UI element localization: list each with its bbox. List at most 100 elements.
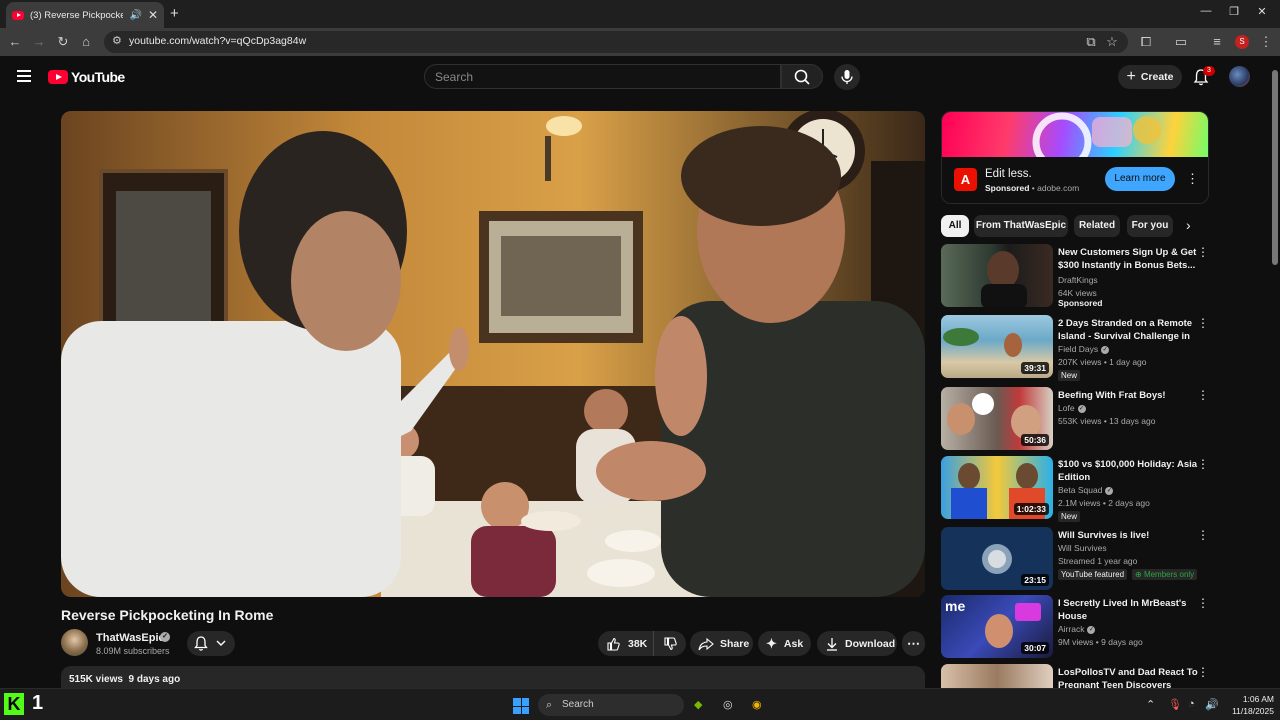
ad-more-icon[interactable]: ⋮ — [1186, 171, 1199, 187]
mic-muted-icon[interactable]: 🎙 — [1168, 698, 1182, 711]
reload-icon[interactable]: ↻ — [55, 34, 71, 50]
channel-text[interactable]: Beta Squad — [1058, 485, 1102, 495]
recommendation-channel[interactable]: Field Days ✓ — [1058, 344, 1110, 354]
like-button[interactable]: 38K — [598, 631, 654, 656]
url-text[interactable]: youtube.com/watch?v=qQcDp3ag84w — [129, 35, 306, 47]
back-icon[interactable]: ← — [7, 34, 23, 49]
account-avatar[interactable] — [1229, 66, 1250, 87]
recommendation-item[interactable]: New Customers Sign Up & Get $300 Instant… — [941, 244, 1211, 308]
recommendation-channel[interactable]: Lofe ✓ — [1058, 403, 1086, 413]
video-thumbnail[interactable]: 50:36 — [941, 387, 1053, 450]
verified-check-icon: ✓ — [1101, 345, 1110, 354]
chip-related[interactable]: Related — [1074, 215, 1120, 237]
recommendation-item[interactable]: 39:31 2 Days Stranded on a Remote Island… — [941, 315, 1211, 381]
video-thumbnail[interactable] — [941, 664, 1053, 688]
taskbar-search[interactable]: ⌕ Search — [538, 694, 684, 716]
close-tab-icon[interactable]: ✕ — [148, 8, 158, 22]
channel-text[interactable]: Airrack — [1058, 624, 1084, 634]
voice-search-button[interactable] — [834, 64, 860, 90]
recommendation-item[interactable]: me 30:07 I Secretly Lived In MrBeast's H… — [941, 595, 1211, 659]
channel-text[interactable]: Lofe — [1058, 403, 1075, 413]
recommendation-title[interactable]: Beefing With Frat Boys! — [1058, 389, 1198, 402]
channel-text[interactable]: Field Days — [1058, 344, 1098, 354]
recommendation-title[interactable]: I Secretly Lived In MrBeast's House — [1058, 597, 1198, 623]
speaker-icon[interactable]: 🔊 — [129, 10, 141, 21]
recommendation-item[interactable]: 1:02:33 $100 vs $100,000 Holiday: Asia E… — [941, 456, 1211, 522]
kick-app-icon[interactable]: K — [4, 693, 24, 715]
bookmark-star-icon[interactable]: ☆ — [1104, 34, 1120, 50]
hamburger-menu-icon[interactable] — [17, 70, 31, 82]
video-thumbnail[interactable]: 39:31 — [941, 315, 1053, 378]
recommendation-channel[interactable]: DraftKings — [1058, 275, 1098, 285]
tray-overflow-icon[interactable]: ⌃ — [1146, 698, 1155, 711]
more-options-icon[interactable]: ⋮ — [1197, 388, 1209, 402]
recommendation-item[interactable]: 50:36 Beefing With Frat Boys! Lofe ✓ 553K… — [941, 387, 1211, 451]
channel-name[interactable]: ThatWasEpic — [96, 632, 165, 644]
site-info-icon[interactable]: ⚙ — [112, 34, 122, 47]
video-duration: 1:02:33 — [1013, 503, 1049, 515]
chrome-menu-icon[interactable]: ⋮ — [1258, 34, 1274, 50]
video-thumbnail[interactable]: 1:02:33 — [941, 456, 1053, 519]
more-options-icon[interactable]: ⋮ — [1197, 245, 1209, 259]
nvidia-icon[interactable]: ◆ — [694, 698, 702, 711]
forward-icon[interactable]: → — [31, 34, 47, 49]
recommendation-item[interactable]: LosPollosTV and Dad React To Pregnant Te… — [941, 664, 1211, 688]
recommendation-channel[interactable]: Will Survives — [1058, 543, 1107, 553]
subscription-notification-button[interactable] — [187, 631, 235, 656]
channel-avatar[interactable] — [61, 629, 88, 656]
search-button[interactable] — [781, 64, 823, 89]
chrome-taskbar-icon[interactable]: ◉ — [752, 698, 762, 711]
close-window-icon[interactable]: ✕ — [1252, 5, 1272, 18]
recommendation-title[interactable]: New Customers Sign Up & Get $300 Instant… — [1058, 246, 1198, 272]
more-options-icon[interactable]: ⋮ — [1197, 596, 1209, 610]
share-button[interactable]: Share — [690, 631, 753, 656]
video-thumbnail[interactable]: me 30:07 — [941, 595, 1053, 658]
create-button[interactable]: + Create — [1118, 65, 1182, 89]
address-bar[interactable]: ⚙ youtube.com/watch?v=qQcDp3ag84w — [104, 31, 1128, 53]
download-button[interactable]: Download — [817, 631, 897, 656]
dislike-button[interactable] — [654, 636, 686, 651]
video-duration: 50:36 — [1021, 434, 1049, 446]
new-tab-button[interactable]: + — [170, 5, 179, 22]
ad-card[interactable]: A Edit less. Sponsored • adobe.com Learn… — [941, 111, 1209, 204]
chip-from-channel[interactable]: From ThatWasEpic — [974, 215, 1068, 237]
recommendation-title[interactable]: $100 vs $100,000 Holiday: Asia Edition — [1058, 458, 1198, 484]
more-options-icon[interactable]: ⋮ — [1197, 457, 1209, 471]
recommendation-channel[interactable]: Airrack ✓ — [1058, 624, 1096, 634]
video-player[interactable] — [61, 111, 925, 597]
more-options-icon[interactable]: ⋮ — [1197, 316, 1209, 330]
ad-banner-image[interactable] — [942, 112, 1208, 172]
cast-icon[interactable]: ▭ — [1173, 34, 1189, 50]
windows-start-icon[interactable] — [513, 698, 529, 714]
learn-more-button[interactable]: Learn more — [1105, 167, 1175, 191]
more-options-icon[interactable]: ⋮ — [1197, 665, 1209, 679]
volume-icon[interactable]: 🔊 — [1205, 698, 1219, 711]
minimize-icon[interactable]: — — [1196, 5, 1216, 17]
youtube-logo[interactable]: YouTube — [48, 69, 125, 85]
search-input[interactable] — [425, 65, 780, 89]
chip-all[interactable]: All — [941, 215, 969, 237]
home-icon[interactable]: ⌂ — [78, 34, 94, 49]
media-controls-icon[interactable]: ≡ — [1209, 34, 1225, 49]
wifi-icon[interactable]: ◔ — [1188, 698, 1195, 710]
chip-for-you[interactable]: For you — [1127, 215, 1173, 237]
video-thumbnail[interactable]: 23:15 — [941, 527, 1053, 590]
ask-button[interactable]: ✦ Ask — [758, 631, 811, 656]
profile-avatar[interactable]: S — [1235, 35, 1249, 49]
more-options-icon[interactable]: ⋮ — [1197, 528, 1209, 542]
page-scrollbar-thumb[interactable] — [1272, 70, 1278, 265]
taskbar-clock[interactable]: 1:06 AM 11/18/2025 — [1224, 693, 1274, 717]
install-app-icon[interactable]: ⧉ — [1083, 34, 1099, 50]
more-actions-button[interactable]: ⋯ — [902, 631, 925, 656]
recommendation-channel[interactable]: Beta Squad ✓ — [1058, 485, 1114, 495]
extensions-icon[interactable]: ⧠ — [1138, 34, 1154, 50]
chevron-right-icon[interactable]: › — [1186, 217, 1191, 233]
recommendation-title[interactable]: LosPollosTV and Dad React To Pregnant Te… — [1058, 666, 1198, 688]
recommendation-title[interactable]: 2 Days Stranded on a Remote Island - Sur… — [1058, 317, 1198, 343]
browser-tab[interactable]: (3) Reverse Pickpocketing I 🔊 ✕ — [6, 2, 164, 28]
maximize-icon[interactable]: ❐ — [1224, 5, 1244, 18]
steelseries-icon[interactable]: ◎ — [723, 698, 733, 711]
recommendation-item[interactable]: 23:15 Will Survives is live! Will Surviv… — [941, 527, 1211, 591]
video-thumbnail[interactable] — [941, 244, 1053, 307]
recommendation-title[interactable]: Will Survives is live! — [1058, 529, 1198, 542]
